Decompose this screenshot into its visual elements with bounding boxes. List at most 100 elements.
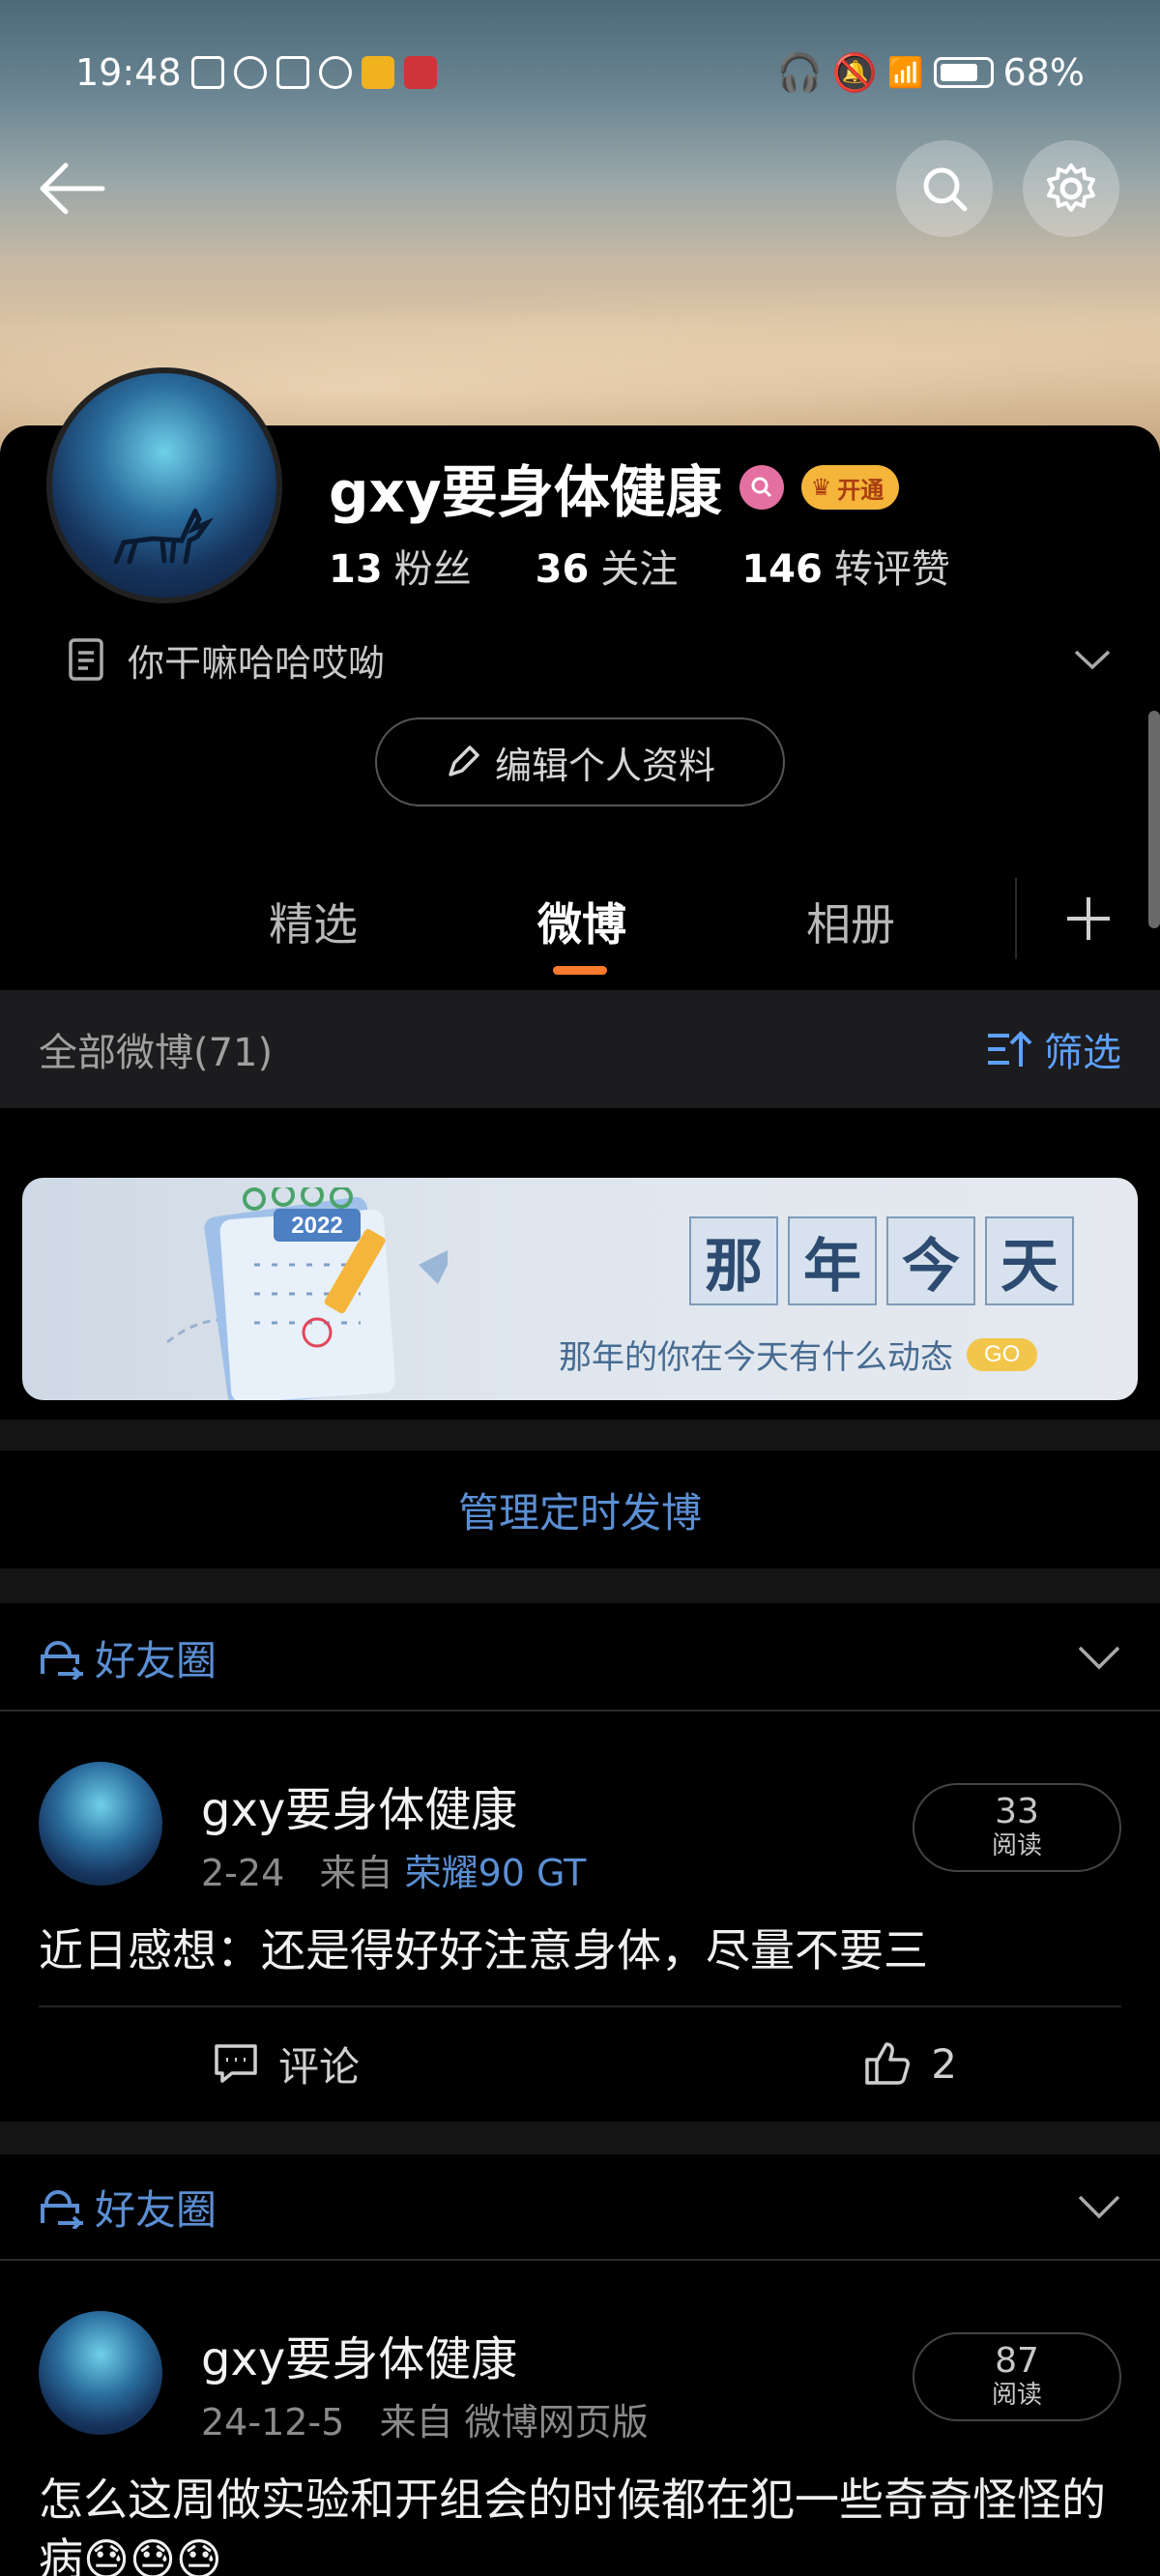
divider (0, 2122, 1160, 2154)
thumbs-up-icon (865, 2042, 911, 2085)
calendar-illustration-icon: 2022 (166, 1187, 448, 1400)
back-button[interactable] (37, 160, 106, 218)
post-text[interactable]: 怎么这周做实验和开组会的时候都在犯一些奇奇怪怪的病😓😓😓 (39, 2470, 1121, 2576)
divider (0, 1568, 1160, 1603)
gear-icon (1047, 163, 1095, 212)
all-posts-count[interactable]: 全部微博(71) (39, 1021, 273, 1077)
post-avatar[interactable] (39, 2311, 162, 2435)
post-source[interactable]: 微博网页版 (465, 2401, 649, 2444)
post-source[interactable]: 荣耀90 GT (405, 1852, 587, 1894)
settings-button[interactable] (1023, 140, 1119, 237)
read-label: 阅读 (991, 2381, 1042, 2410)
verified-badge[interactable] (739, 465, 784, 510)
divider (0, 1420, 1160, 1450)
arrow-left-icon (40, 162, 105, 215)
manage-scheduled-posts-button[interactable]: 管理定时发博 (0, 1450, 1160, 1568)
battery-icon (933, 57, 994, 88)
edit-profile-button[interactable]: 编辑个人资料 (375, 717, 785, 806)
post-date: 2-24 (201, 1852, 285, 1894)
like-button[interactable]: 2 (863, 2040, 957, 2088)
post-text[interactable]: 近日感想：还是得好好注意身体，尽量不要三 (39, 1920, 1121, 1980)
vip-open-badge[interactable]: ♛ 开通 (800, 465, 900, 510)
post-meta: 24-12-5 来自 微博网页版 (201, 2392, 649, 2445)
tab-weibo[interactable]: 微博 (537, 890, 626, 953)
eye-icon (233, 56, 267, 89)
post-meta: 2-24 来自 荣耀90 GT (201, 1843, 586, 1896)
post-card[interactable]: gxy要身体健康 2-24 来自 荣耀90 GT 33 阅读 近日感想：还是得好… (0, 1731, 1160, 2120)
calendar-year: 2022 (291, 1213, 342, 1239)
post-author[interactable]: gxy要身体健康 (201, 2321, 517, 2388)
post-author[interactable]: gxy要身体健康 (201, 1771, 517, 1839)
memories-banner[interactable]: 2022 那 年 今 天 那年的你在今天有什么动态 GO (22, 1178, 1138, 1400)
filter-button[interactable]: 筛选 (986, 1021, 1121, 1077)
edit-profile-label: 编辑个人资料 (494, 744, 715, 787)
read-count: 33 (995, 1792, 1039, 1831)
read-count-badge: 33 阅读 (913, 1783, 1121, 1872)
banner-char: 那 (689, 1216, 778, 1305)
bio-text: 你干嘛哈哈哎呦 (128, 641, 386, 685)
bio-row[interactable]: 你干嘛哈哈哎呦 (68, 632, 1112, 687)
post-from-label: 来自 (319, 1852, 393, 1894)
tab-album[interactable]: 相册 (806, 890, 895, 953)
banner-subtitle-text: 那年的你在今天有什么动态 (559, 1338, 953, 1377)
comment-button[interactable]: 评论 (213, 2034, 360, 2093)
mute-icon: 🔕 (831, 50, 879, 94)
stat-number: 36 (535, 547, 590, 592)
chevron-down-icon (1078, 2195, 1120, 2219)
active-tab-indicator (553, 966, 607, 975)
friend-circle-header[interactable]: 好友圈 (0, 1605, 1160, 1712)
post-avatar[interactable] (39, 1762, 162, 1886)
banner-subtitle: 那年的你在今天有什么动态 GO (559, 1331, 1038, 1378)
filter-bar: 全部微博(71) 筛选 (0, 990, 1160, 1108)
battery-percent: 68% (1002, 51, 1085, 94)
banner-char: 年 (788, 1216, 877, 1305)
avatar[interactable] (46, 367, 282, 603)
wifi-icon: 📶 (887, 55, 924, 90)
headphones-icon: 🎧 (776, 50, 823, 94)
search-icon (923, 167, 968, 212)
stat-number: 146 (741, 547, 823, 592)
go-button[interactable]: GO (967, 1337, 1038, 1371)
plus-icon (1067, 897, 1110, 940)
post-card[interactable]: gxy要身体健康 24-12-5 来自 微博网页版 87 阅读 怎么这周做实验和… (0, 2280, 1160, 2576)
stat-interactions[interactable]: 146 转评赞 (741, 538, 950, 594)
banner-title: 那 年 今 天 (689, 1216, 1074, 1305)
status-time: 19:48 (75, 51, 182, 94)
stat-following[interactable]: 36 关注 (536, 538, 679, 594)
chevron-down-icon (1078, 1646, 1120, 1670)
profile-stats: 13 粉丝 36 关注 146 转评赞 (329, 538, 950, 594)
stat-label: 粉丝 (393, 547, 472, 592)
nfc-icon (276, 56, 309, 89)
app-notification-icon (403, 56, 437, 89)
deer-silhouette-icon (113, 509, 215, 565)
weibo-icon (361, 56, 394, 89)
document-icon (69, 638, 103, 681)
friend-circle-icon (41, 2190, 83, 2229)
post-actions: 评论 2 (39, 2005, 1121, 2120)
alarm-icon (318, 56, 352, 89)
add-tab-button[interactable] (1015, 878, 1160, 959)
friend-circle-label: 好友圈 (95, 2185, 218, 2234)
comment-label: 评论 (278, 2042, 361, 2091)
stat-label: 转评赞 (833, 547, 950, 592)
scrollbar[interactable] (1148, 711, 1160, 928)
status-bar: 19:48 🎧 🔕 📶 68% (0, 39, 1160, 106)
stat-followers[interactable]: 13 粉丝 (329, 538, 472, 594)
banner-char: 天 (985, 1216, 1074, 1305)
like-count: 2 (931, 2039, 957, 2088)
post-from-label: 来自 (379, 2401, 453, 2444)
stat-label: 关注 (600, 547, 679, 592)
vip-label: 开通 (837, 476, 884, 504)
top-nav (0, 140, 1160, 237)
crown-icon: ♛ (810, 474, 832, 501)
comment-icon (215, 2044, 257, 2083)
banner-char: 今 (886, 1216, 975, 1305)
tab-featured[interactable]: 精选 (269, 890, 358, 953)
search-button[interactable] (896, 140, 993, 237)
stat-number: 13 (329, 547, 383, 592)
read-count: 87 (995, 2341, 1039, 2381)
emoji-icon: 😓😓😓 (83, 2533, 222, 2576)
friend-circle-header[interactable]: 好友圈 (0, 2154, 1160, 2261)
filter-icon (988, 1031, 1032, 1067)
search-badge-icon (751, 477, 771, 498)
